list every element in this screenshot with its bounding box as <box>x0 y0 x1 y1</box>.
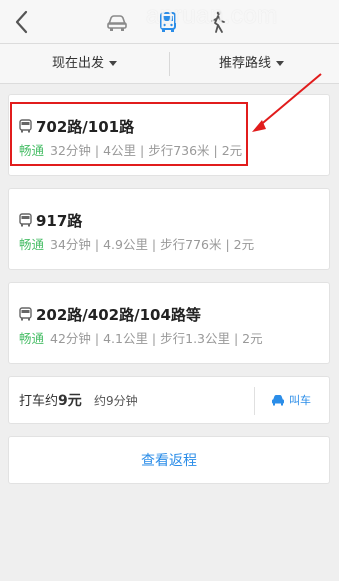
route-line-name: 917路 <box>36 212 83 230</box>
traffic-status: 畅通 <box>19 237 45 252</box>
call-car-label: 叫车 <box>289 394 311 407</box>
route-details: 42分钟 | 4.1公里 | 步行1.3公里 | 2元 <box>50 331 263 346</box>
taxi-price-value: 9元 <box>58 393 82 409</box>
caret-down-icon <box>109 61 118 66</box>
route-line: 917路 <box>19 211 82 231</box>
highlight-annotation-box <box>10 102 248 166</box>
route-details: 34分钟 | 4.9公里 | 步行776米 | 2元 <box>50 237 255 252</box>
filter-divider <box>169 52 170 76</box>
route-card-2[interactable]: 917路 畅通 34分钟 | 4.9公里 | 步行776米 | 2元 <box>8 188 330 270</box>
route-line-name: 202路/402路/104路等 <box>36 306 201 324</box>
bus-icon <box>19 306 32 320</box>
taxi-option-row[interactable]: 打车约9元 约9分钟 叫车 <box>8 376 330 424</box>
route-meta: 畅通 34分钟 | 4.9公里 | 步行776米 | 2元 <box>19 234 254 253</box>
top-navigation-bar: apruan.com <box>0 0 339 44</box>
depart-time-dropdown[interactable]: 现在出发 <box>52 44 118 84</box>
route-line: 202路/402路/104路等 <box>19 305 201 325</box>
watermark-text: apruan.com <box>146 2 278 29</box>
route-sort-label: 推荐路线 <box>219 56 272 71</box>
taxi-price: 打车约9元 <box>19 377 82 425</box>
back-arrow-icon[interactable] <box>10 9 36 35</box>
view-return-trip-button[interactable]: 查看返程 <box>8 436 330 484</box>
car-mode-icon[interactable] <box>104 9 130 35</box>
caret-down-icon <box>276 61 285 66</box>
route-card-3[interactable]: 202路/402路/104路等 畅通 42分钟 | 4.1公里 | 步行1.3公里… <box>8 282 330 364</box>
taxi-price-prefix: 打车约 <box>19 394 59 409</box>
depart-time-label: 现在出发 <box>52 56 105 71</box>
filter-bar: 现在出发 推荐路线 <box>0 44 339 84</box>
bus-icon <box>19 212 32 226</box>
route-sort-dropdown[interactable]: 推荐路线 <box>219 44 285 84</box>
traffic-status: 畅通 <box>19 331 45 346</box>
taxi-time: 约9分钟 <box>94 394 138 408</box>
car-icon <box>272 395 284 406</box>
taxi-divider <box>254 387 255 415</box>
call-car-button[interactable]: 叫车 <box>271 377 311 425</box>
route-meta: 畅通 42分钟 | 4.1公里 | 步行1.3公里 | 2元 <box>19 328 263 347</box>
